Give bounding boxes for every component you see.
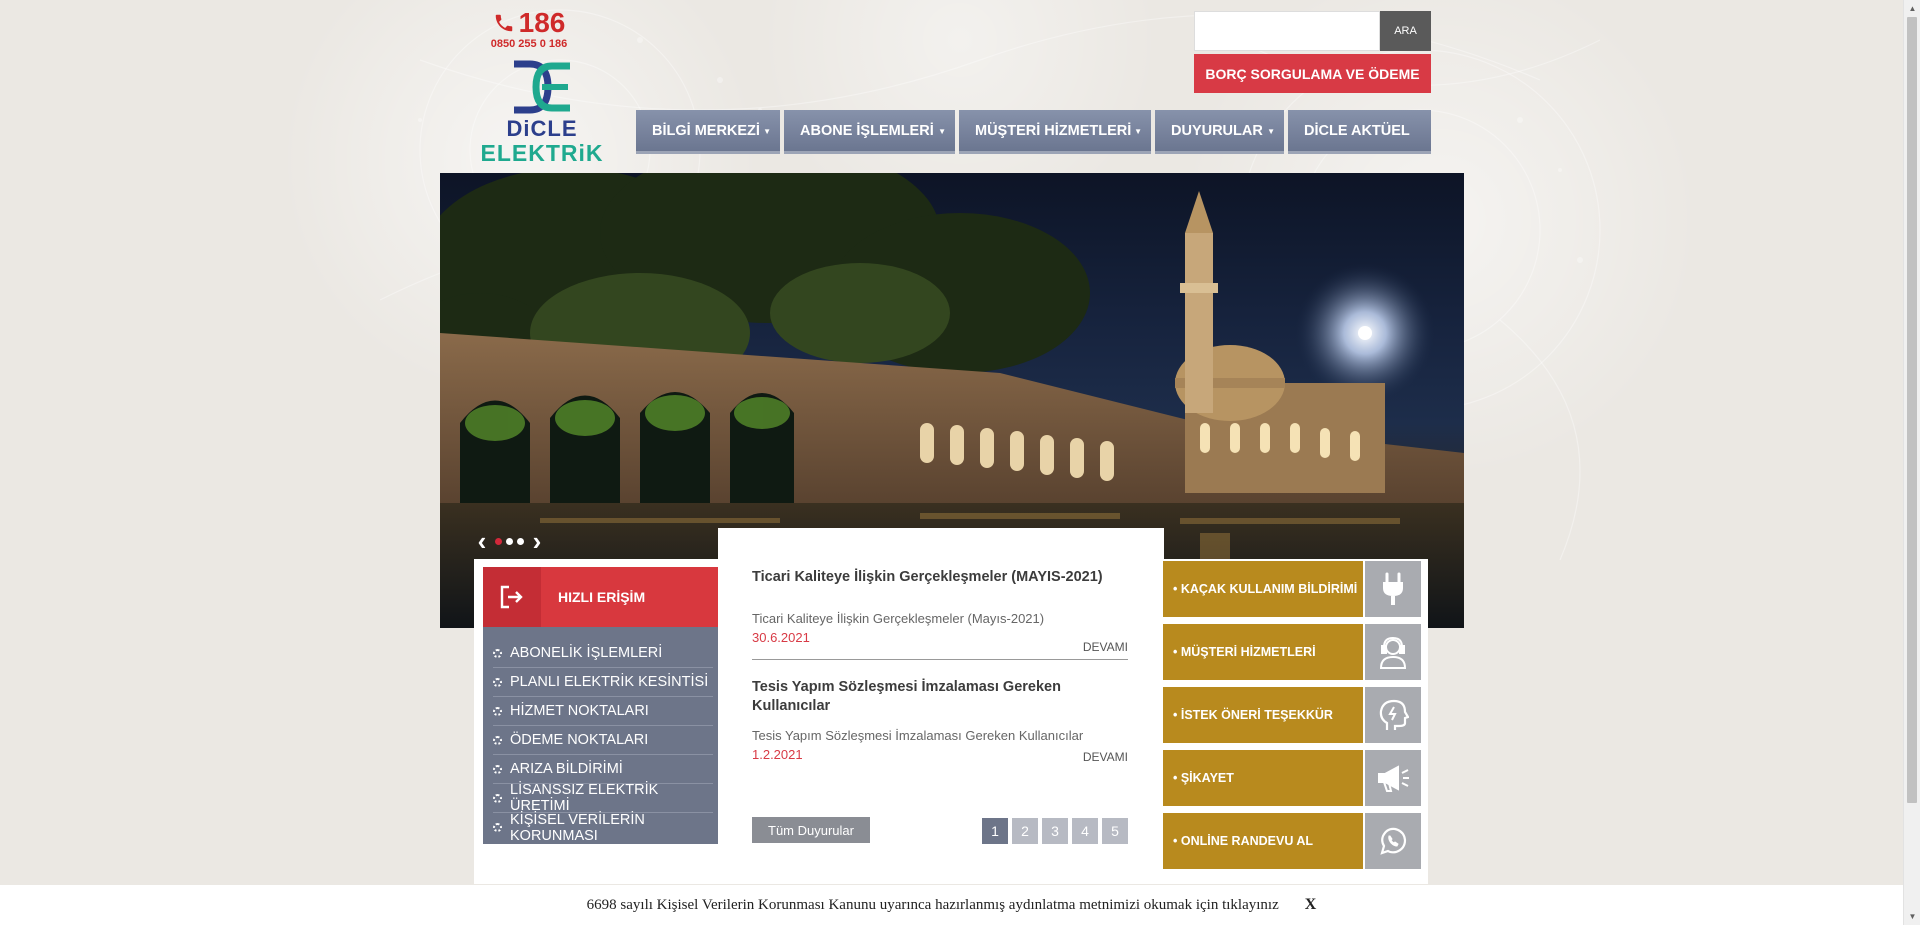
exit-arrow-icon — [483, 567, 541, 627]
quick-link-odeme-noktalari[interactable]: ÖDEME NOKTALARI — [493, 726, 713, 755]
search-button[interactable]: ARA — [1380, 11, 1431, 51]
quick-link-planli-elektrik-kesintisi[interactable]: PLANLI ELEKTRİK KESİNTİSİ — [493, 668, 713, 697]
slider-next-chevron-icon[interactable]: › — [528, 528, 546, 554]
side-link-label: • ŞİKAYET — [1163, 750, 1363, 806]
all-announcements-button[interactable]: Tüm Duyurular — [752, 817, 870, 843]
divider — [752, 659, 1128, 660]
nav-item-bilgi-merkezi[interactable]: BİLGİ MERKEZİ ▼ — [636, 110, 780, 154]
slider-prev-chevron-icon[interactable]: ‹ — [473, 528, 491, 554]
nav-item-musteri-hizmetleri[interactable]: MÜŞTERİ HİZMETLERİ ▼ — [959, 110, 1151, 154]
cookie-notice-text[interactable]: 6698 sayılı Kişisel Verilerin Korunması … — [587, 897, 1279, 914]
caret-down-icon: ▼ — [1134, 127, 1142, 136]
slider-dot-1[interactable] — [495, 537, 502, 545]
quick-link-label: ABONELİK İŞLEMLERİ — [510, 645, 663, 661]
slider-controls: ‹ › — [473, 528, 546, 554]
quick-link-kisisel-verilerin-korunmasi[interactable]: KİŞİSEL VERİLERİN KORUNMASI — [493, 811, 713, 844]
page-scrollbar[interactable]: ▲ ▼ — [1903, 0, 1920, 925]
logo-text-dicle: DiCLE — [506, 116, 578, 141]
bullet-icon — [493, 764, 502, 774]
megaphone-icon — [1365, 750, 1421, 806]
slider-dot-2[interactable] — [506, 537, 513, 545]
announcement-title[interactable]: Tesis Yapım Sözleşmesi İmzalaması Gereke… — [752, 678, 1082, 716]
announcement-description: Tesis Yapım Sözleşmesi İmzalaması Gereke… — [752, 728, 1084, 743]
caret-down-icon: ▼ — [938, 127, 946, 136]
page-button-5[interactable]: 5 — [1102, 818, 1128, 844]
nav-item-dicle-aktuel[interactable]: DİCLE AKTÜEL — [1288, 110, 1431, 154]
side-link-label: • İSTEK ÖNERİ TEŞEKKÜR — [1163, 687, 1363, 743]
phone-icon — [495, 14, 512, 32]
quick-link-lisanssiz-elektrik-uretimi[interactable]: LİSANSSIZ ELEKTRİK ÜRETİMİ — [493, 782, 713, 814]
announcement-item: Tesis Yapım Sözleşmesi İmzalaması Gereke… — [752, 678, 1128, 764]
nav-item-label: DUYURULAR — [1171, 122, 1263, 139]
quick-link-abonelik-islemleri[interactable]: ABONELİK İŞLEMLERİ — [493, 639, 713, 668]
page-button-3[interactable]: 3 — [1042, 818, 1068, 844]
quick-link-label: PLANLI ELEKTRİK KESİNTİSİ — [510, 674, 709, 690]
side-link-sikayet[interactable]: • ŞİKAYET — [1163, 750, 1421, 806]
quick-link-hizmet-noktalari[interactable]: HİZMET NOKTALARI — [493, 697, 713, 726]
quick-access-box: HIZLI ERİŞİM ABONELİK İŞLEMLERİ PLANLI E… — [483, 567, 718, 844]
announcements-list: Ticari Kaliteye İlişkin Gerçekleşmeler (… — [752, 568, 1128, 764]
page-button-1[interactable]: 1 — [982, 818, 1008, 844]
whatsapp-icon — [1365, 813, 1421, 869]
bullet-icon — [493, 648, 502, 658]
announcements-pagination: 1 2 3 4 5 — [982, 818, 1128, 844]
announcement-title[interactable]: Ticari Kaliteye İlişkin Gerçekleşmeler (… — [752, 568, 1128, 587]
bullet-icon — [493, 706, 502, 716]
side-link-label: • ONLİNE RANDEVU AL — [1163, 813, 1363, 869]
scroll-down-arrow-icon[interactable]: ▼ — [1904, 908, 1920, 925]
close-cookie-button[interactable]: X — [1305, 896, 1317, 914]
page-button-2[interactable]: 2 — [1012, 818, 1038, 844]
bullet-icon — [493, 735, 502, 745]
nav-item-label: BİLGİ MERKEZİ — [652, 122, 760, 139]
announcement-date: 30.6.2021 — [752, 630, 810, 645]
quick-link-label: HİZMET NOKTALARI — [510, 703, 649, 719]
nav-item-duyurular[interactable]: DUYURULAR ▼ — [1155, 110, 1284, 154]
news-panel-top — [718, 528, 1164, 562]
scrollbar-thumb[interactable] — [1907, 17, 1917, 803]
phone-long-number: 0850 255 0 186 — [490, 38, 568, 50]
bullet-icon — [493, 677, 502, 687]
plug-icon — [1365, 561, 1421, 617]
nav-item-abone-islemleri[interactable]: ABONE İŞLEMLERİ ▼ — [784, 110, 955, 154]
scroll-up-arrow-icon[interactable]: ▲ — [1904, 0, 1920, 17]
nav-item-label: DİCLE AKTÜEL — [1304, 122, 1410, 139]
bullet-icon — [493, 823, 502, 832]
announcement-date: 1.2.2021 — [752, 747, 803, 762]
side-link-online-randevu[interactable]: • ONLİNE RANDEVU AL — [1163, 813, 1421, 869]
bullet-icon — [493, 793, 502, 803]
caret-down-icon: ▼ — [763, 127, 771, 136]
quick-link-ariza-bildirimi[interactable]: ARIZA BİLDİRİMİ — [493, 755, 713, 784]
search-input[interactable] — [1194, 11, 1380, 51]
slider-dot-3[interactable] — [517, 537, 524, 545]
nav-item-label: ABONE İŞLEMLERİ — [800, 122, 934, 139]
side-link-label: • MÜŞTERİ HİZMETLERİ — [1163, 624, 1363, 680]
quick-link-label: ARIZA BİLDİRİMİ — [510, 761, 623, 777]
announcement-more-link[interactable]: DEVAMI — [1083, 750, 1128, 764]
quick-link-label: KİŞİSEL VERİLERİN KORUNMASI — [510, 811, 645, 844]
customer-service-icon — [1365, 624, 1421, 680]
logo-mark-icon — [514, 60, 570, 114]
caret-down-icon: ▼ — [1267, 127, 1275, 136]
side-link-musteri-hizmetleri[interactable]: • MÜŞTERİ HİZMETLERİ — [1163, 624, 1421, 680]
side-link-istek-oneri-tesekkur[interactable]: • İSTEK ÖNERİ TEŞEKKÜR — [1163, 687, 1421, 743]
quick-access-header: HIZLI ERİŞİM — [483, 567, 718, 627]
call-center-phone[interactable]: 186 0850 255 0 186 — [486, 8, 572, 51]
side-link-label: • KAÇAK KULLANIM BİLDİRİMİ — [1163, 561, 1363, 617]
page-button-4[interactable]: 4 — [1072, 818, 1098, 844]
nav-item-label: MÜŞTERİ HİZMETLERİ — [975, 122, 1132, 139]
quick-access-title: HIZLI ERİŞİM — [558, 589, 646, 605]
side-link-kacak-kullanim[interactable]: • KAÇAK KULLANIM BİLDİRİMİ — [1163, 561, 1421, 617]
quick-link-label: LİSANSSIZ ELEKTRİK ÜRETİMİ — [510, 782, 659, 814]
phone-short-number: 186 — [518, 7, 566, 38]
announcement-more-link[interactable]: DEVAMI — [1083, 640, 1128, 654]
announcement-item: Ticari Kaliteye İlişkin Gerçekleşmeler (… — [752, 568, 1128, 654]
debt-inquiry-payment-button[interactable]: BORÇ SORGULAMA VE ÖDEME — [1194, 54, 1431, 93]
quick-link-label: ÖDEME NOKTALARI — [510, 732, 649, 748]
logo-text-elektrik: ELEKTRiK — [480, 140, 604, 166]
kvkk-cookie-bar[interactable]: 6698 sayılı Kişisel Verilerin Korunması … — [0, 885, 1903, 925]
idea-head-icon — [1365, 687, 1421, 743]
quick-access-list: ABONELİK İŞLEMLERİ PLANLI ELEKTRİK KESİN… — [493, 639, 713, 844]
announcement-description: Ticari Kaliteye İlişkin Gerçekleşmeler (… — [752, 611, 1045, 626]
dicle-elektrik-logo[interactable]: DiCLE ELEKTRiK — [478, 58, 606, 166]
